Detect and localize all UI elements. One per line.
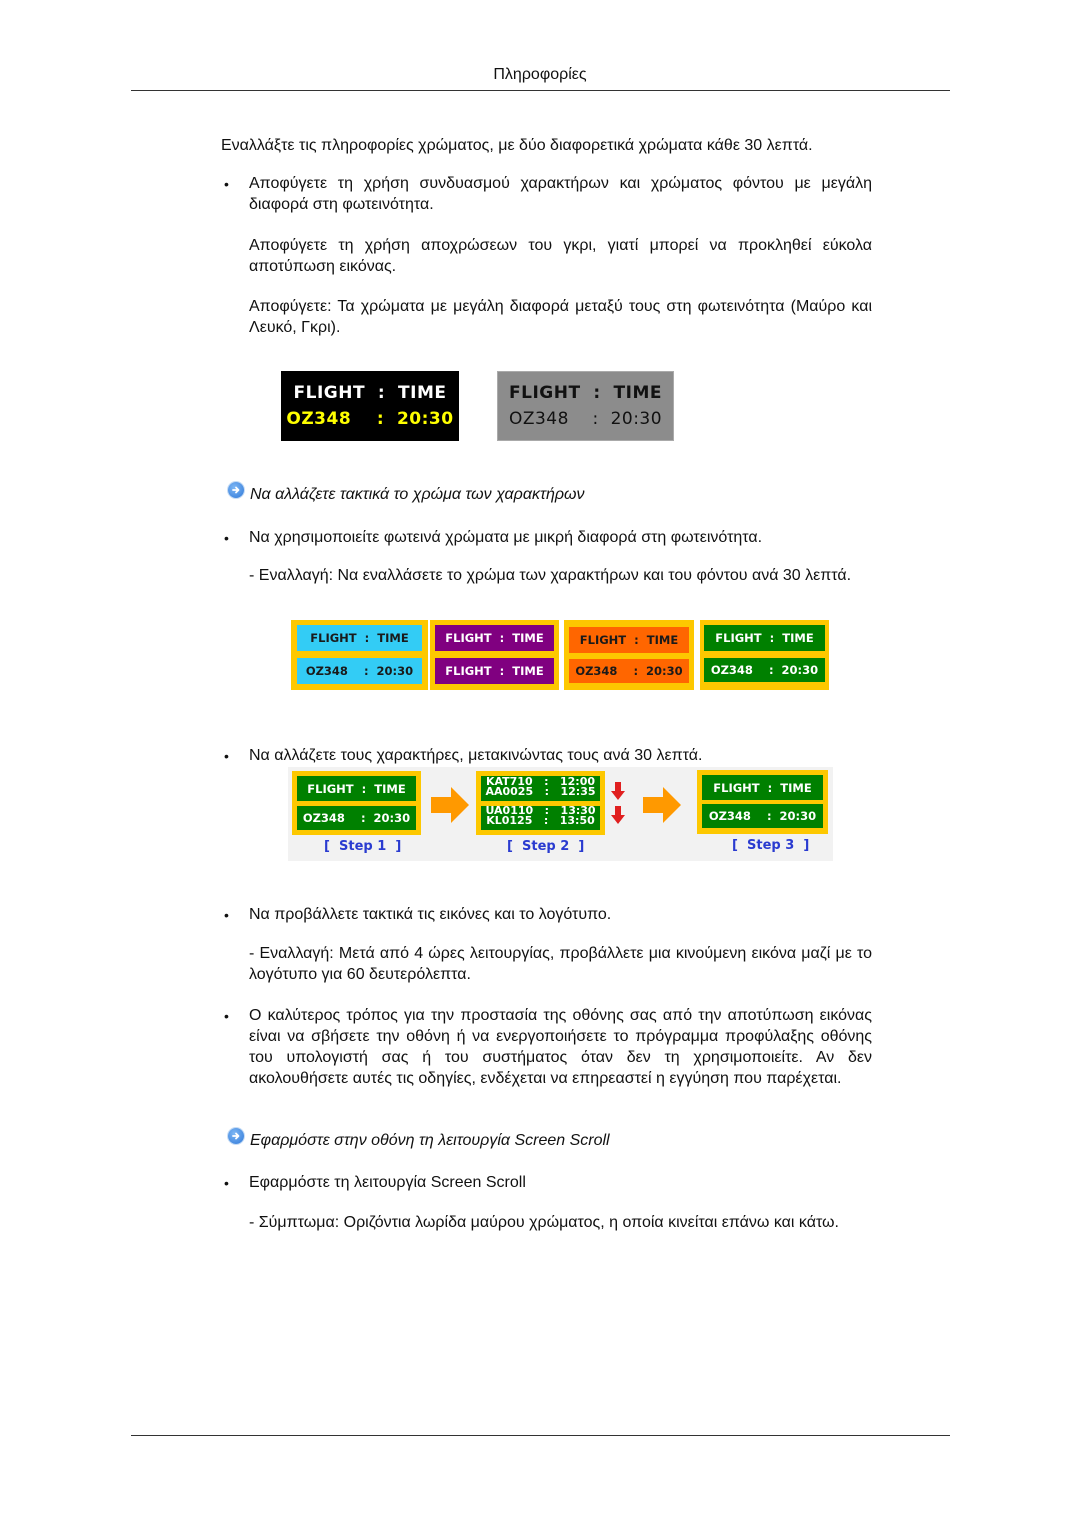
color-panel-purple-bottom: FLIGHT : TIME [435, 658, 554, 684]
step1-panel: FLIGHT : TIME OZ348 : 20:30 [292, 771, 421, 835]
section4-bullet-text: Να προβάλλετε τακτικά τις εικόνες και το… [249, 906, 612, 923]
arrow-right-circle-icon [228, 1128, 244, 1144]
step2-label: [ Step 2 ] [507, 839, 585, 854]
section6-paragraph: - Σύμπτωμα: Οριζόντια λωρίδα μαύρου χρώμ… [249, 1214, 839, 1231]
example-black-line1: FLIGHT : TIME [293, 383, 447, 403]
section6-heading: Εφαρμόστε στην οθόνη τη λειτουργία Scree… [228, 1128, 610, 1150]
section4-paragraph: - Εναλλαγή: Μετά από 4 ώρες λειτουργίας,… [249, 945, 872, 983]
step2-panel-bottom: UA0110 : 13:30 KL0125 : 13:50 [481, 806, 600, 830]
step2-panel-top: KAT710 : 12:00 AA0025 : 12:35 [481, 776, 600, 801]
arrow-right-circle-icon [228, 482, 244, 498]
red-down-arrow-icon [611, 782, 625, 800]
section3-bullet-text: Να αλλάζετε τους χαρακτήρες, μετακινώντα… [249, 747, 703, 764]
color-panel-green-bottom: OZ348 : 20:30 [704, 658, 825, 682]
bullet-marker: • [224, 1175, 229, 1191]
bullet-marker: • [224, 176, 229, 192]
step3-panel-top: FLIGHT : TIME [702, 775, 823, 800]
bullet-marker: • [224, 1008, 229, 1024]
example-gray-line1: FLIGHT : TIME [509, 383, 662, 403]
step3-label: [ Step 3 ] [732, 838, 810, 853]
color-panel-cyan-bottom: OZ348 : 20:30 [297, 658, 422, 684]
section5-bullet-text: Ο καλύτερος τρόπος για την προστασία της… [249, 1007, 872, 1087]
example-black-line2: OZ348 : 20:30 [286, 409, 454, 429]
orange-arrow-right-icon [643, 787, 681, 823]
section1-bullet-text: Αποφύγετε τη χρήση συνδυασμού χαρακτήρων… [249, 175, 872, 213]
footer-rule [131, 1435, 950, 1436]
color-panel-cyan-top: FLIGHT : TIME [297, 625, 422, 651]
section2-bullet-text: Να χρησιμοποιείτε φωτεινά χρώματα με μικ… [249, 529, 763, 546]
orange-arrow-right-icon [431, 787, 469, 823]
step1-panel-bottom: OZ348 : 20:30 [297, 806, 416, 830]
intro-paragraph: Εναλλάξτε τις πληροφορίες χρώματος, με δ… [221, 137, 813, 154]
step2-bottom-line-b: KL0125 : 13:50 [486, 814, 595, 827]
page-header-title: Πληροφορίες [0, 66, 1080, 84]
step1-label: [ Step 1 ] [324, 839, 402, 854]
step3-panel-bottom: OZ348 : 20:30 [702, 804, 823, 828]
bullet-marker: • [224, 748, 229, 764]
example-gray-panel: FLIGHT : TIME OZ348 : 20:30 [497, 371, 674, 441]
step2-panel: KAT710 : 12:00 AA0025 : 12:35 UA0110 : 1… [476, 771, 605, 835]
step3-panel: FLIGHT : TIME OZ348 : 20:30 [697, 770, 828, 834]
color-panel-orange: FLIGHT : TIME OZ348 : 20:30 [564, 620, 694, 690]
bullet-marker: • [224, 530, 229, 546]
example-black-panel: FLIGHT : TIME OZ348 : 20:30 [281, 371, 459, 441]
header-rule [131, 90, 950, 91]
section6-heading-text: Εφαρμόστε στην οθόνη τη λειτουργία Scree… [250, 1132, 610, 1149]
color-panel-cyan: FLIGHT : TIME OZ348 : 20:30 [291, 620, 428, 690]
section2-heading-text: Να αλλάζετε τακτικά το χρώμα των χαρακτή… [250, 486, 585, 503]
color-panel-green: FLIGHT : TIME OZ348 : 20:30 [700, 620, 829, 690]
step1-panel-top: FLIGHT : TIME [297, 776, 416, 801]
color-panel-purple: FLIGHT : TIME FLIGHT : TIME [430, 620, 559, 690]
section1-paragraph-1: Αποφύγετε τη χρήση αποχρώσεων του γκρι, … [249, 237, 872, 275]
step2-top-line-b: AA0025 : 12:35 [485, 784, 596, 798]
section2-heading: Να αλλάζετε τακτικά το χρώμα των χαρακτή… [228, 482, 585, 504]
header-title-text: Πληροφορίες [493, 66, 587, 83]
color-panel-orange-top: FLIGHT : TIME [569, 627, 689, 653]
red-down-arrow-icon [611, 806, 625, 824]
section1-paragraph-2: Αποφύγετε: Τα χρώματα με μεγάλη διαφορά … [249, 298, 872, 336]
color-panel-orange-bottom: OZ348 : 20:30 [569, 659, 689, 683]
section2-paragraph: - Εναλλαγή: Να εναλλάσετε το χρώμα των χ… [249, 567, 852, 584]
example-gray-line2: OZ348 : 20:30 [508, 409, 663, 429]
bullet-marker: • [224, 907, 229, 923]
color-panel-purple-top: FLIGHT : TIME [435, 625, 554, 651]
section6-bullet-text: Εφαρμόστε τη λειτουργία Screen Scroll [249, 1174, 526, 1191]
color-panel-green-top: FLIGHT : TIME [704, 625, 825, 651]
